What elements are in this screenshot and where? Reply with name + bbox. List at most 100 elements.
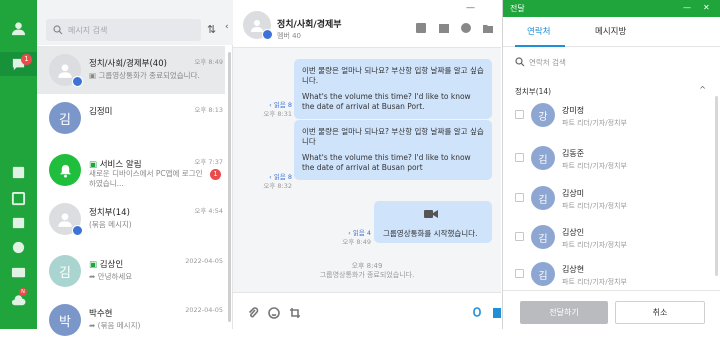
contact-checkbox[interactable] xyxy=(515,193,524,202)
attach-icon[interactable] xyxy=(247,307,259,319)
contact-checkbox[interactable] xyxy=(515,110,524,119)
contact-checkbox[interactable] xyxy=(515,269,524,278)
collapse-panel-icon[interactable]: ‹ xyxy=(225,22,233,36)
chat-list-item[interactable]: 김 김정미 오후 8:13 xyxy=(37,94,225,142)
profile-icon[interactable] xyxy=(10,20,27,37)
contact-row[interactable]: 김 김동준 파트 리더/기자/정치부 xyxy=(503,140,713,180)
avatar xyxy=(49,54,83,87)
chat-name: 김정미 xyxy=(89,107,113,117)
notes-icon[interactable] xyxy=(10,190,27,207)
send-button[interactable] xyxy=(493,308,501,318)
contact-role: 파트 리더/기자/정치부 xyxy=(562,162,627,170)
chat-name: ▣ 김상인 xyxy=(89,260,124,270)
contact-role: 파트 리더/기자/정치부 xyxy=(562,278,627,286)
contact-row[interactable]: 강 강미정 파트 리더/기자/정치부 xyxy=(503,97,713,137)
chat-room: 정치/사회/경제부 멤버 40 — 이번 물량은 얼마나 되나요? 부산항 입항… xyxy=(233,0,501,329)
archive-icon[interactable] xyxy=(438,22,450,34)
message-bubble[interactable]: 이번 물량은 얼마나 되나요? 부산항 입항 날짜를 알고 싶습니다 What'… xyxy=(294,120,492,180)
tab-chat-rooms[interactable]: 메시지방 xyxy=(595,25,626,37)
chat-tab[interactable]: 1 xyxy=(0,52,37,76)
minimize-icon[interactable]: — xyxy=(466,3,475,13)
chat-time: 오후 8:13 xyxy=(194,106,223,114)
contact-name: 김상인 xyxy=(562,228,585,237)
cancel-button[interactable]: 취소 xyxy=(615,301,705,324)
message-text: 이번 물량은 얼마나 되나요? 부산항 입항 날짜를 알고 싶습니다. xyxy=(302,66,484,85)
chat-list-item[interactable]: 정치부(14) (묶음 메시지) 오후 4:54 xyxy=(37,195,225,243)
search-icon xyxy=(53,25,63,35)
contact-name: 김동준 xyxy=(562,149,585,158)
group-header[interactable]: 정치부(14) xyxy=(515,86,551,97)
video-call-message[interactable]: 그룹영상통화를 시작했습니다. xyxy=(374,201,492,243)
contact-role: 파트 리더/기자/정치부 xyxy=(562,202,627,210)
active-tab-indicator xyxy=(515,45,565,47)
room-title: 정치/사회/경제부 xyxy=(277,20,342,30)
sort-icon[interactable]: ⇅ xyxy=(207,23,216,36)
contact-role: 파트 리더/기자/정치부 xyxy=(562,241,627,249)
avatar: 김 xyxy=(531,225,555,249)
close-icon[interactable]: ✕ xyxy=(703,3,710,12)
search-icon xyxy=(515,57,525,67)
check-icon[interactable] xyxy=(460,22,472,34)
chat-name: 박수현 xyxy=(89,309,113,319)
folder-icon[interactable] xyxy=(482,22,494,34)
contact-search-input[interactable]: 연락처 검색 xyxy=(515,57,566,69)
message-time: 오후 8:31 xyxy=(263,110,292,118)
chat-list-item[interactable]: 정치/사회/경제부(40) ▣ 그룹영상통화가 종료되었습니다. 오후 8:49 xyxy=(37,46,225,94)
contact-search-placeholder: 연락처 검색 xyxy=(529,58,566,67)
contact-checkbox[interactable] xyxy=(515,153,524,162)
avatar xyxy=(49,203,83,236)
chat-header: 정치/사회/경제부 멤버 40 — xyxy=(233,0,501,48)
cloud-icon[interactable]: N xyxy=(10,288,27,309)
chevron-up-icon[interactable]: ^ xyxy=(699,85,706,94)
chat-preview: 새로운 디바이스에서 PC앱에 로그인하였습니... xyxy=(89,169,203,188)
left-rail: 1 N xyxy=(0,0,37,329)
room-avatar xyxy=(243,11,273,40)
chat-preview: ➦ 안녕하세요 xyxy=(89,272,133,281)
crop-icon[interactable] xyxy=(289,307,301,319)
group-indicator-icon xyxy=(72,76,83,87)
unread-badge: 1 xyxy=(210,169,221,180)
contact-row[interactable]: 김 김상미 파트 리더/기자/정치부 xyxy=(503,180,713,220)
minimize-icon[interactable]: — xyxy=(683,3,691,12)
emoji-icon[interactable] xyxy=(268,307,280,319)
send-mode-icon[interactable] xyxy=(471,307,483,319)
member-count[interactable]: 멤버 40 xyxy=(277,31,301,41)
message-bubble[interactable]: 이번 물량은 얼마나 되나요? 부산항 입항 날짜를 알고 싶습니다. What… xyxy=(294,59,492,119)
chat-name: 정치/사회/경제부(40) xyxy=(89,59,167,69)
chat-time: 오후 4:54 xyxy=(194,207,223,215)
chat-list-panel: 메시지 검색 ⇅ ‹ 정치/사회/경제부(40) ▣ 그룹영상통화가 종료되었습… xyxy=(37,0,233,336)
contact-name: 강미정 xyxy=(562,106,585,115)
contact-list-scrollbar[interactable] xyxy=(715,96,718,276)
forward-tabs: 연락처 메시지방 xyxy=(503,17,720,47)
chat-list-item[interactable]: 박 박수현 ➦ (묶음 메시지) 2022-04-05 xyxy=(37,296,225,344)
group-indicator-icon xyxy=(262,29,273,40)
contact-checkbox[interactable] xyxy=(515,232,524,241)
chat-list-item[interactable]: ▣ 서비스 알림 새로운 디바이스에서 PC앱에 로그인하였습니... 오후 7… xyxy=(37,146,225,194)
avatar: 김 xyxy=(531,146,555,170)
message-search-input[interactable]: 메시지 검색 xyxy=(46,19,201,41)
forward-button[interactable]: 전달하기 xyxy=(520,301,608,324)
group-indicator-icon xyxy=(72,225,83,236)
check-icon[interactable] xyxy=(10,239,27,256)
message-time: 오후 8:32 xyxy=(263,182,292,190)
chat-list-item[interactable]: 김 ▣ 김상인 ➦ 안녕하세요 2022-04-05 xyxy=(37,247,225,295)
chat-preview: (묶음 메시지) xyxy=(89,220,132,229)
chat-time: 2022-04-05 xyxy=(185,306,223,314)
contact-row[interactable]: 김 김상인 파트 리더/기자/정치부 xyxy=(503,219,713,259)
message-text: 이번 물량은 얼마나 되나요? 부산항 입항 날짜를 알고 싶습니다 xyxy=(302,127,484,146)
avatar: 김 xyxy=(531,186,555,210)
forward-dialog: 전달 — ✕ 연락처 메시지방 연락처 검색 정치부(14) ^ 강 강미정 파… xyxy=(502,0,720,329)
organization-icon[interactable] xyxy=(10,164,27,181)
chat-preview: ▣ 그룹영상통화가 종료되었습니다. xyxy=(89,71,200,80)
cloud-badge: N xyxy=(19,288,27,296)
message-translation: What's the volume this time? I'd like to… xyxy=(302,92,471,111)
chat-time: 오후 7:37 xyxy=(194,158,223,166)
tab-contacts[interactable]: 연락처 xyxy=(527,25,550,37)
calendar-icon[interactable] xyxy=(10,214,27,231)
forward-actions: 전달하기 취소 xyxy=(503,290,720,329)
avatar: 김 xyxy=(531,262,555,286)
mail-icon[interactable] xyxy=(10,264,27,281)
notes-icon[interactable] xyxy=(415,22,427,34)
forward-title: 전달 xyxy=(510,4,525,13)
chat-list-scrollbar[interactable] xyxy=(228,52,231,322)
